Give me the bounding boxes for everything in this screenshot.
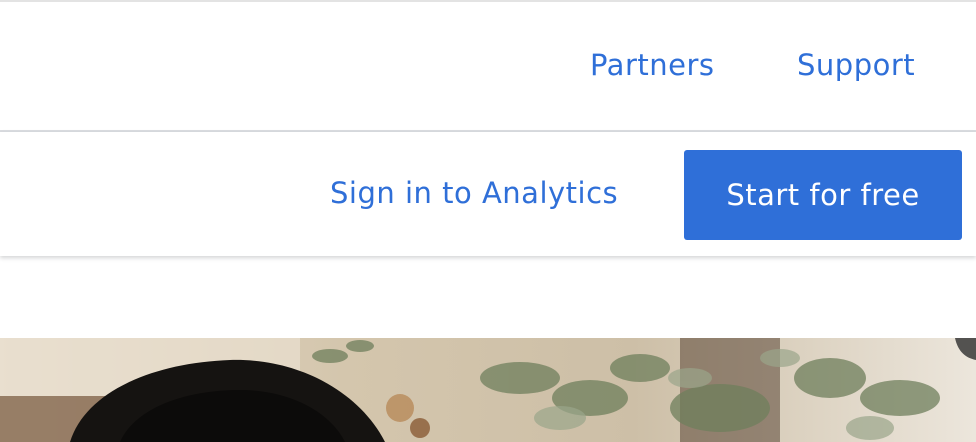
nav-link-partners[interactable]: Partners <box>590 48 715 82</box>
hero-photo-illustration <box>0 338 976 442</box>
action-bar: Sign in to Analytics Start for free <box>0 132 976 256</box>
top-navigation: Partners Support <box>0 2 976 130</box>
start-for-free-button[interactable]: Start for free <box>684 150 962 240</box>
nav-link-support[interactable]: Support <box>797 48 915 82</box>
hero-image <box>0 338 976 442</box>
sign-in-link[interactable]: Sign in to Analytics <box>330 176 618 210</box>
